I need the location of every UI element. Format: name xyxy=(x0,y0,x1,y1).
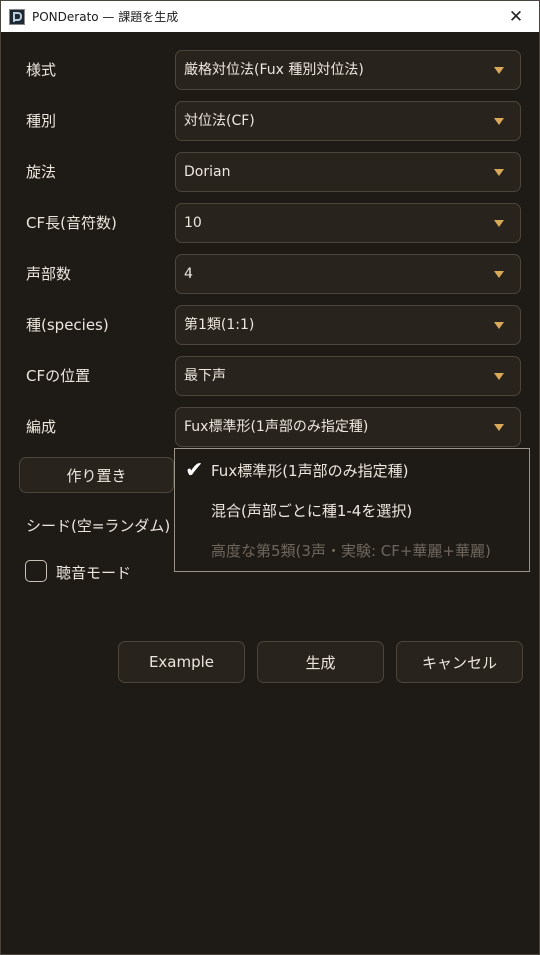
type-select-value: 対位法(CF) xyxy=(184,113,255,129)
chevron-down-icon xyxy=(494,118,504,125)
close-button[interactable]: ✕ xyxy=(493,1,539,32)
arrangement-select-value: Fux標準形(1声部のみ指定種) xyxy=(184,419,369,435)
seed-label: シード(空=ランダム) xyxy=(26,517,171,535)
type-select[interactable]: 対位法(CF) xyxy=(175,101,521,141)
cf-position-label: CFの位置 xyxy=(26,367,91,385)
mode-select-value: Dorian xyxy=(184,164,231,180)
chevron-down-icon xyxy=(494,220,504,227)
arrangement-dropdown-list: ✔ Fux標準形(1声部のみ指定種) 混合(声部ごとに種1-4を選択) 高度な第… xyxy=(174,448,530,572)
arrangement-select[interactable]: Fux標準形(1声部のみ指定種) xyxy=(175,407,521,447)
title-bar: PONDerato — 課題を生成 ✕ xyxy=(1,1,539,32)
species-label: 種(species) xyxy=(26,316,109,334)
field-row-voices: 声部数 4 xyxy=(1,254,540,294)
listening-mode-label: 聴音モード xyxy=(56,564,132,582)
field-row-cf-length: CF長(音符数) 10 xyxy=(1,203,540,243)
voices-label: 声部数 xyxy=(26,265,72,283)
dropdown-option-fux-standard[interactable]: ✔ Fux標準形(1声部のみ指定種) xyxy=(175,451,529,491)
checkmark-icon: ✔ xyxy=(185,458,204,483)
field-row-arrangement: 編成 Fux標準形(1声部のみ指定種) xyxy=(1,407,540,447)
mode-label: 旋法 xyxy=(26,163,57,181)
mode-select[interactable]: Dorian xyxy=(175,152,521,192)
listening-mode-checkbox[interactable] xyxy=(25,560,47,582)
field-row-cf-position: CFの位置 最下声 xyxy=(1,356,540,396)
voices-select[interactable]: 4 xyxy=(175,254,521,294)
dialog-window: PONDerato — 課題を生成 ✕ 様式 厳格対位法(Fux 種別対位法) … xyxy=(0,0,540,955)
example-button[interactable]: Example xyxy=(118,641,245,683)
cf-length-select[interactable]: 10 xyxy=(175,203,521,243)
type-label: 種別 xyxy=(26,112,57,130)
option-label: 高度な第5類(3声・実験: CF+華麗+華麗) xyxy=(211,542,491,560)
dropdown-option-mixed[interactable]: 混合(声部ごとに種1-4を選択) xyxy=(175,491,529,531)
cf-position-select-value: 最下声 xyxy=(184,368,226,384)
option-label: 混合(声部ごとに種1-4を選択) xyxy=(211,502,413,520)
chevron-down-icon xyxy=(494,169,504,176)
chevron-down-icon xyxy=(494,322,504,329)
chevron-down-icon xyxy=(494,271,504,278)
cf-length-select-value: 10 xyxy=(184,215,202,231)
cf-length-label: CF長(音符数) xyxy=(26,214,117,232)
cancel-button[interactable]: キャンセル xyxy=(396,641,523,683)
app-logo-icon xyxy=(9,8,25,25)
sketch-button[interactable]: 作り置き xyxy=(19,457,174,493)
chevron-down-icon xyxy=(494,424,504,431)
voices-select-value: 4 xyxy=(184,266,193,282)
window-title: PONDerato — 課題を生成 xyxy=(32,10,179,24)
cf-position-select[interactable]: 最下声 xyxy=(175,356,521,396)
arrangement-label: 編成 xyxy=(26,418,57,436)
style-select[interactable]: 厳格対位法(Fux 種別対位法) xyxy=(175,50,521,90)
chevron-down-icon xyxy=(494,373,504,380)
field-row-style: 様式 厳格対位法(Fux 種別対位法) xyxy=(1,50,540,90)
field-row-mode: 旋法 Dorian xyxy=(1,152,540,192)
style-label: 様式 xyxy=(26,61,57,79)
generate-button[interactable]: 生成 xyxy=(257,641,384,683)
style-select-value: 厳格対位法(Fux 種別対位法) xyxy=(184,62,364,78)
option-label: Fux標準形(1声部のみ指定種) xyxy=(211,462,409,480)
species-select-value: 第1類(1:1) xyxy=(184,317,255,333)
dropdown-option-advanced-fifth: 高度な第5類(3声・実験: CF+華麗+華麗) xyxy=(175,531,529,571)
field-row-type: 種別 対位法(CF) xyxy=(1,101,540,141)
field-row-species: 種(species) 第1類(1:1) xyxy=(1,305,540,345)
chevron-down-icon xyxy=(494,67,504,74)
species-select[interactable]: 第1類(1:1) xyxy=(175,305,521,345)
